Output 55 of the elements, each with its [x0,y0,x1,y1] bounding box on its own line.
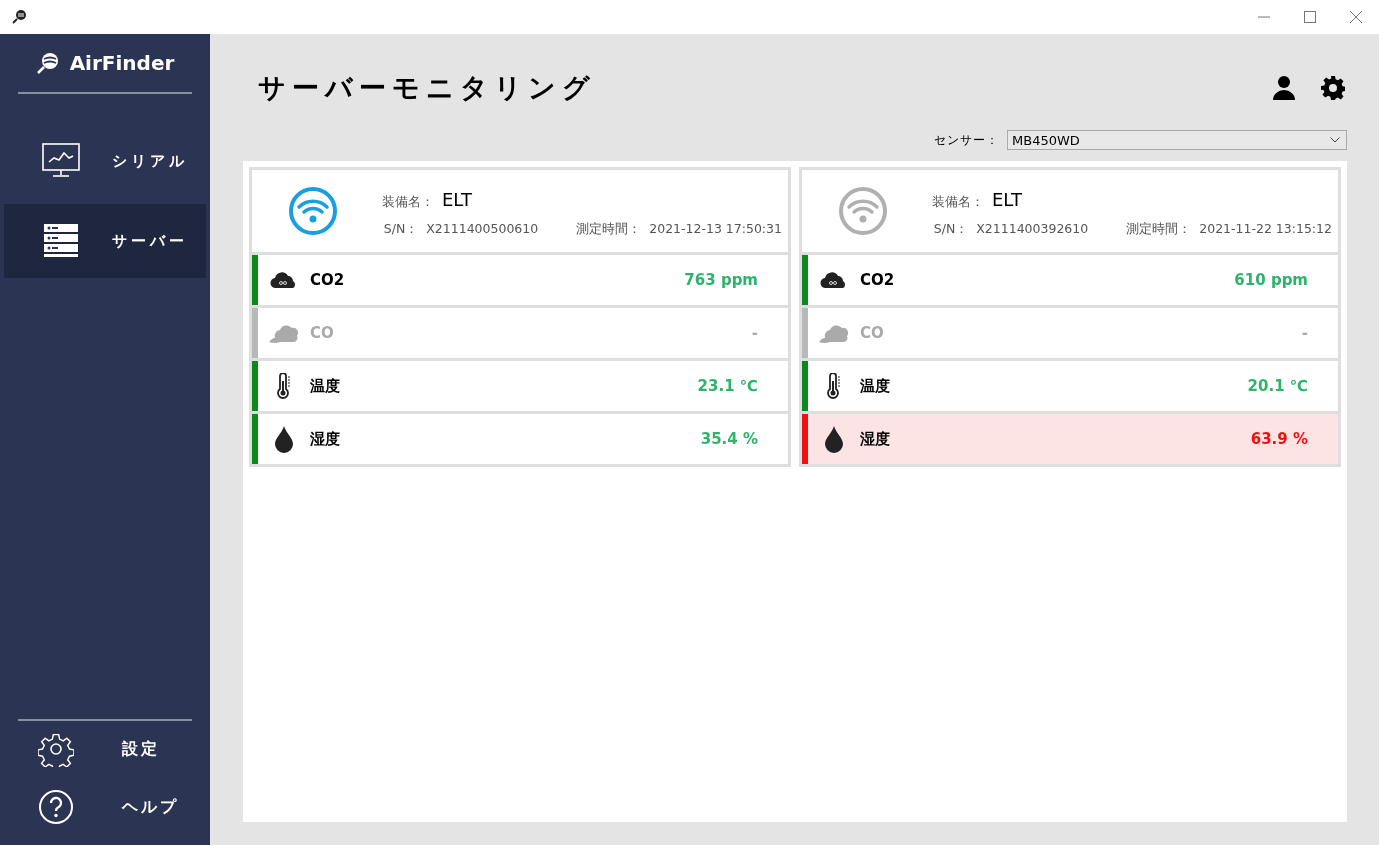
field-label: S/N： [383,220,419,238]
app-logo-icon [12,9,28,25]
nav-item[interactable]: サーバー [4,204,206,278]
gear-icon [38,731,74,767]
reading-label: CO2 [860,271,896,289]
reading-label: 温度 [310,376,341,396]
help-icon [38,789,74,825]
chevron-down-icon [1330,137,1340,143]
reading-value: 763 ppm [684,271,759,289]
field-label: 装備名： [382,192,434,211]
user-icon[interactable] [1273,76,1295,100]
serial-number: X2111400392610 [976,220,1089,236]
maximize-icon[interactable] [1304,11,1316,23]
measured-time: 2021-11-22 13:15:12 [1199,220,1332,236]
water-drop-icon [824,425,844,453]
reading-label: 温度 [860,376,891,396]
reading-label: CO [860,324,885,342]
settings-icon[interactable] [1321,76,1345,100]
field-label: 測定時間： [576,220,642,238]
server-rack-icon [42,223,80,259]
field-label: 測定時間： [1126,220,1192,238]
reading-value: - [1301,324,1309,342]
measured-time: 2021-12-13 17:50:31 [649,220,782,236]
nav-item[interactable]: シリアル [4,124,206,198]
nav-item[interactable]: 設定 [18,731,192,767]
cloud-icon [820,271,848,289]
thermometer-icon [277,373,291,399]
serial-number: X2111400500610 [426,220,539,236]
reading-value: - [751,324,759,342]
sensor-dropdown[interactable]: MB450WD [1007,130,1347,150]
cloud-icon [270,271,298,289]
reading-label: 湿度 [310,429,341,449]
page-title: サーバーモニタリング [258,71,596,105]
reading-value: 23.1 ℃ [697,377,759,395]
smoke-cloud-icon [268,322,300,344]
reading-value: 20.1 ℃ [1247,377,1309,395]
field-label: S/N： [933,220,969,238]
reading-label: CO [310,324,335,342]
brand-name: AirFinder [69,51,175,75]
smoke-cloud-icon [818,322,850,344]
thermometer-icon [827,373,841,399]
close-icon[interactable] [1350,11,1362,23]
nav-item[interactable]: ヘルプ [18,789,192,825]
field-label: 装備名： [932,192,984,211]
reading-value: 35.4 % [700,430,759,448]
reading-label: 湿度 [860,429,891,449]
monitor-chart-icon [42,143,80,179]
reading-value: 610 ppm [1234,271,1309,289]
water-drop-icon [274,425,294,453]
reading-label: CO2 [310,271,346,289]
reading-value: 63.9 % [1250,430,1309,448]
sensor-label: センサー： [934,131,999,149]
device-name: ELT [992,188,1022,210]
device-name: ELT [442,188,472,210]
magnifier-logo-icon [35,51,60,75]
